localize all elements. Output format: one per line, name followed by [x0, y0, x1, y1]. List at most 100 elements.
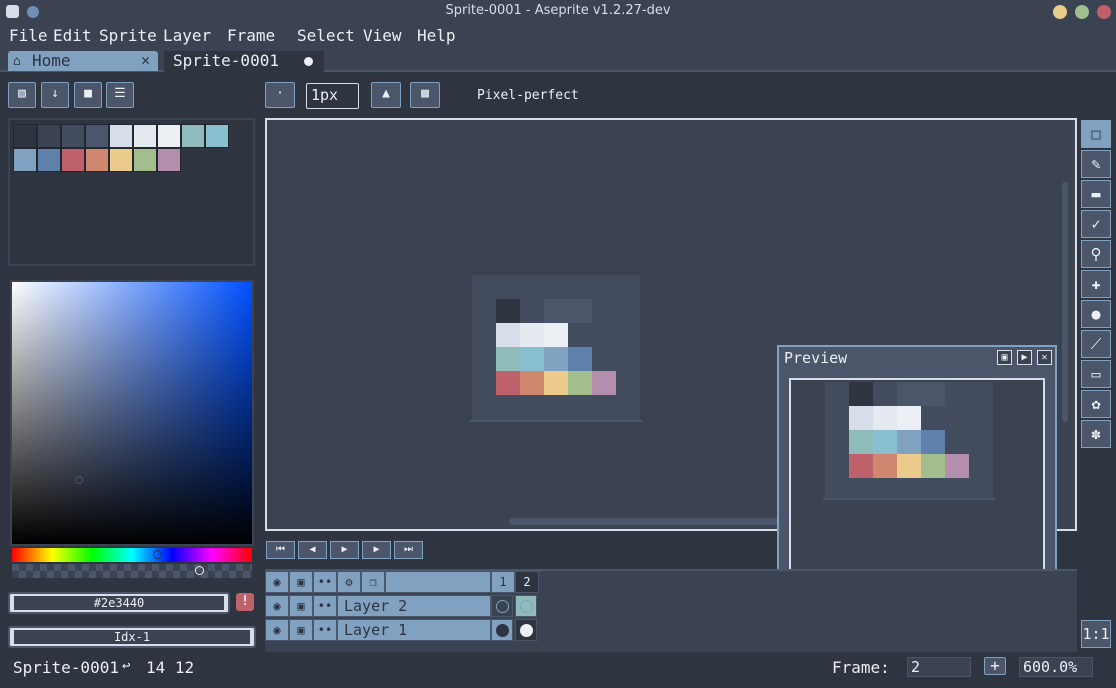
menu-help[interactable]: Help — [417, 26, 456, 45]
preview-center-button[interactable]: ▣ — [997, 350, 1012, 365]
palette-swatch[interactable] — [85, 148, 109, 172]
color-spectrum[interactable] — [10, 280, 254, 546]
cel-filled[interactable] — [491, 619, 513, 641]
eraser-tool[interactable]: ▬ — [1081, 180, 1111, 208]
brush-type-button[interactable]: · — [265, 82, 295, 108]
alpha-cursor[interactable] — [195, 566, 204, 575]
layer-lock-icon[interactable]: ▣ — [289, 619, 313, 641]
move-tool[interactable]: ✚ — [1081, 270, 1111, 298]
minimize-button[interactable] — [1053, 5, 1067, 19]
play-button[interactable]: ▶ — [330, 541, 359, 559]
palette-swatch[interactable] — [13, 124, 37, 148]
close-button[interactable] — [1097, 5, 1111, 19]
palette-sort-button[interactable]: ■ — [74, 82, 102, 108]
lasso-tool[interactable]: ✿ — [1081, 390, 1111, 418]
hue-slider[interactable] — [12, 548, 252, 562]
cel-empty[interactable] — [491, 595, 513, 617]
paint-bucket-tool[interactable]: ● — [1081, 300, 1111, 328]
preview-canvas[interactable] — [789, 378, 1045, 598]
palette-swatch[interactable] — [61, 148, 85, 172]
sprite-pixel — [496, 347, 520, 371]
layer-visibility-eye-icon[interactable]: ◉ — [265, 619, 289, 641]
maximize-button[interactable] — [1075, 5, 1089, 19]
vertical-scrollbar[interactable] — [1062, 182, 1068, 422]
palette-swatch[interactable] — [181, 124, 205, 148]
continuous-icon[interactable]: •• — [313, 571, 337, 593]
preview-close-button[interactable]: ✕ — [1037, 350, 1052, 365]
menu-layer[interactable]: Layer — [163, 26, 211, 45]
cel-filled[interactable] — [515, 619, 537, 641]
spectrum-cursor[interactable] — [75, 476, 83, 484]
pencil-tool[interactable]: ✎ — [1081, 150, 1111, 178]
preview-play-button[interactable]: ▶ — [1017, 350, 1032, 365]
eye-icon[interactable]: ◉ — [265, 571, 289, 593]
palette-swatch[interactable] — [133, 124, 157, 148]
marquee-tool[interactable]: □ — [1081, 120, 1111, 148]
frame-header[interactable]: 2 — [515, 571, 539, 593]
palette-swatch[interactable] — [109, 124, 133, 148]
palette-swatch[interactable] — [37, 148, 61, 172]
palette-swatch[interactable] — [109, 148, 133, 172]
spray-tool[interactable]: ✽ — [1081, 420, 1111, 448]
lock-palette-button[interactable]: ▧ — [8, 82, 36, 108]
zoom-input[interactable]: 600.0% — [1019, 657, 1093, 677]
ink-icon: ▲ — [382, 86, 390, 101]
pixel-perfect-button[interactable]: ▩ — [410, 82, 440, 108]
hex-color-field[interactable]: #2e3440 — [8, 592, 230, 614]
menu-select[interactable]: Select — [297, 26, 355, 45]
zoom-icon: ⚲ — [1090, 245, 1102, 263]
menu-view[interactable]: View — [363, 26, 402, 45]
last-frame-icon: ⏭ — [404, 544, 413, 555]
rectangle-tool[interactable]: ▭ — [1081, 360, 1111, 388]
last-frame-button[interactable]: ⏭ — [394, 541, 423, 559]
menu-edit[interactable]: Edit — [53, 26, 92, 45]
settings-icon[interactable]: ⚙ — [337, 571, 361, 593]
new-frame-button[interactable]: + — [984, 657, 1006, 675]
ink-button[interactable]: ▲ — [371, 82, 401, 108]
layer-continuous-icon[interactable]: •• — [313, 619, 337, 641]
eyedropper-tool[interactable]: ✓ — [1081, 210, 1111, 238]
menu-file[interactable]: File — [9, 26, 48, 45]
zoom-reset-button[interactable]: 1:1 — [1081, 620, 1111, 648]
previous-frame-button[interactable]: ◀ — [298, 541, 327, 559]
frame-input[interactable]: 2 — [907, 657, 971, 677]
palette-swatch[interactable] — [61, 124, 85, 148]
cel-empty-selected[interactable] — [515, 595, 537, 617]
palette-swatch[interactable] — [13, 148, 37, 172]
layer-name[interactable]: Layer 1 — [337, 619, 491, 641]
line-tool[interactable]: ⟋ — [1081, 330, 1111, 358]
alpha-slider[interactable] — [12, 564, 252, 578]
palette-menu-button[interactable]: ☰ — [106, 82, 134, 108]
palette-swatch[interactable] — [157, 124, 181, 148]
layer-continuous-icon[interactable]: •• — [313, 595, 337, 617]
first-frame-button[interactable]: ⏮ — [266, 541, 295, 559]
hue-cursor[interactable] — [153, 550, 162, 559]
palette-swatch[interactable] — [37, 124, 61, 148]
layer-visibility-eye-icon[interactable]: ◉ — [265, 595, 289, 617]
padlock-icon[interactable]: ▣ — [289, 571, 313, 593]
horizontal-scrollbar[interactable] — [509, 518, 789, 525]
sprite-pixel — [544, 347, 568, 371]
warning-icon[interactable]: ! — [236, 593, 254, 611]
color-index-field[interactable]: Idx-1 — [8, 626, 256, 648]
palette-swatch[interactable] — [205, 124, 229, 148]
menu-frame[interactable]: Frame — [227, 26, 275, 45]
layer-name[interactable]: Layer 2 — [337, 595, 491, 617]
tab-sprite[interactable]: Sprite-0001 — [164, 51, 324, 72]
onion-skin-icon[interactable]: ❐ — [361, 571, 385, 593]
zoom-tool[interactable]: ⚲ — [1081, 240, 1111, 268]
preview-window[interactable]: Preview ▣ ▶ ✕ — [777, 345, 1057, 607]
next-frame-button[interactable]: ▶ — [362, 541, 391, 559]
palette-swatch[interactable] — [157, 148, 181, 172]
menu-sprite[interactable]: Sprite — [99, 26, 157, 45]
brush-size-field[interactable]: 1px — [306, 83, 359, 109]
palette-swatch[interactable] — [133, 148, 157, 172]
sprite-canvas[interactable] — [472, 275, 640, 420]
frame-header[interactable]: 1 — [491, 571, 515, 593]
palette-load-button[interactable]: ↓ — [41, 82, 69, 108]
tab-home[interactable]: ⌂ Home ✕ — [8, 51, 158, 71]
close-tab-icon[interactable]: ✕ — [141, 51, 150, 69]
layer-lock-icon[interactable]: ▣ — [289, 595, 313, 617]
palette-swatch[interactable] — [85, 124, 109, 148]
sprite-pixel — [520, 347, 544, 371]
